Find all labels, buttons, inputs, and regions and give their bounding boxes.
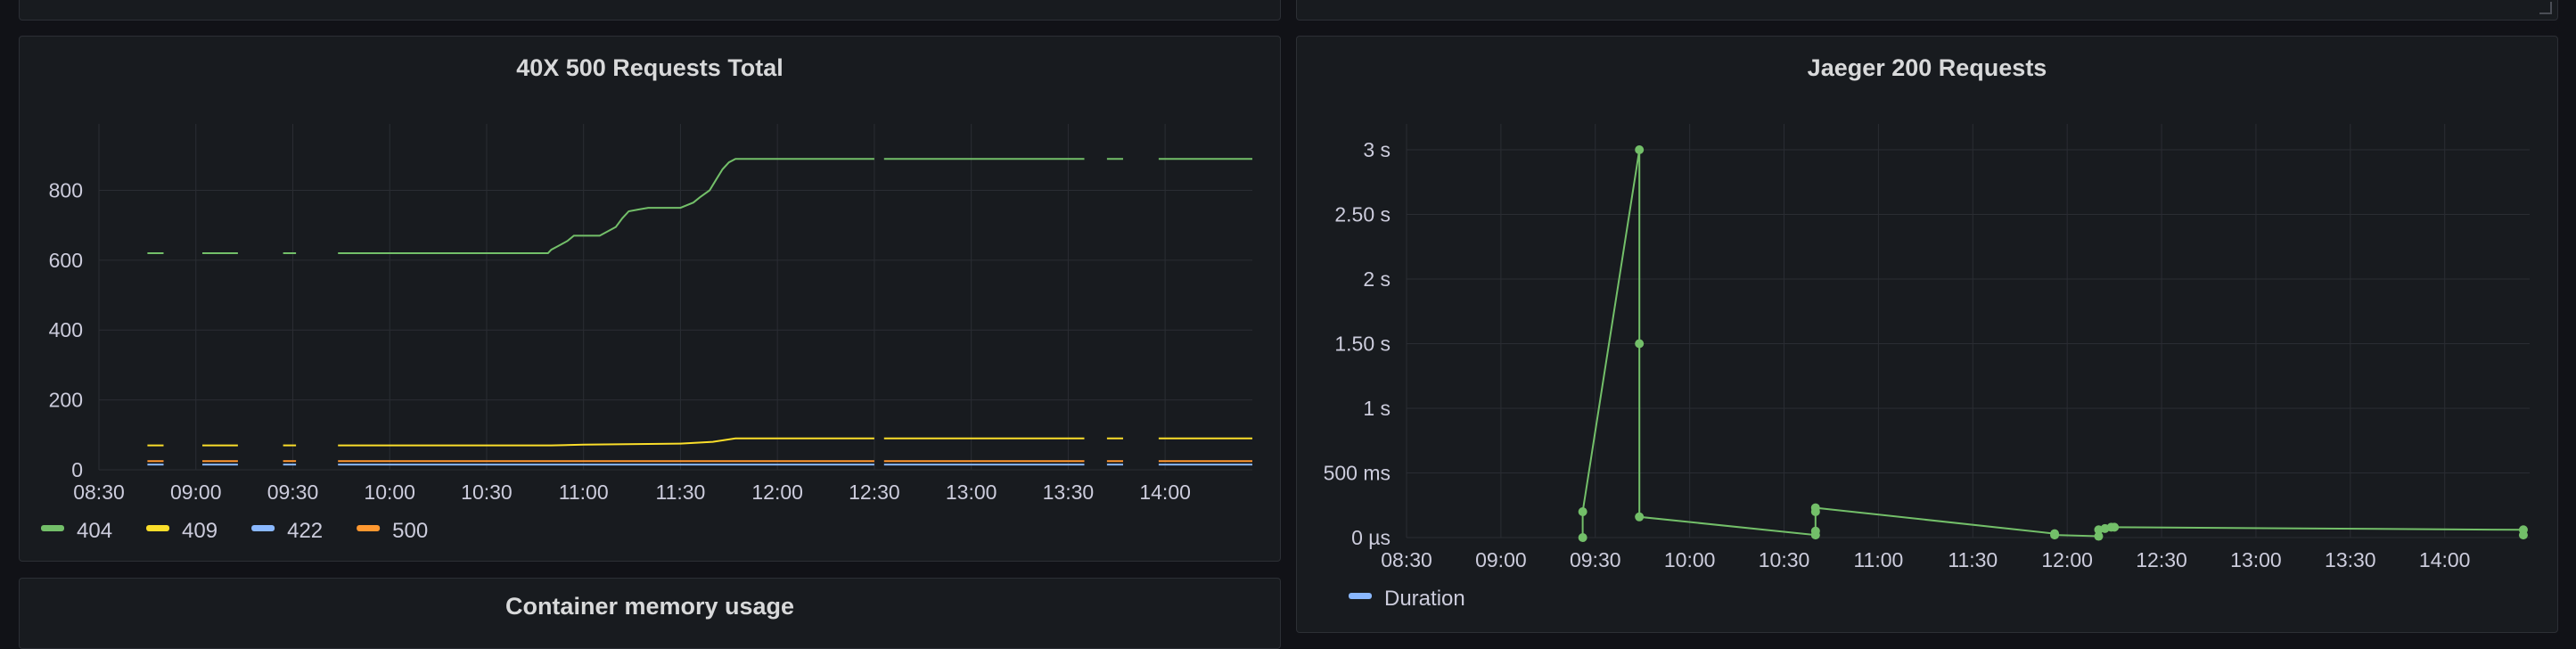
y-tick-label: 3 s (1363, 138, 1391, 161)
x-tick-label: 11:00 (1853, 548, 1903, 571)
y-tick-label: 2.50 s (1334, 203, 1391, 226)
x-tick-label: 08:30 (73, 481, 125, 504)
x-tick-label: 13:00 (946, 481, 997, 504)
x-tick-label: 10:30 (1759, 548, 1810, 571)
x-tick-label: 11:30 (1948, 548, 1998, 571)
data-point (1810, 526, 1820, 536)
x-tick-label: 14:00 (1139, 481, 1191, 504)
data-point (1578, 533, 1587, 542)
x-tick-label: 13:30 (2325, 548, 2376, 571)
requests-total-chart: 0 200 400 600 800 08:30 09:00 09:30 10:00 10:30 11… (41, 124, 1252, 543)
data-point (2110, 522, 2120, 532)
y-tick-label: 500 ms (1324, 462, 1391, 485)
x-tick-label: 10:00 (364, 481, 415, 504)
x-tick-label: 13:30 (1043, 481, 1095, 504)
legend-swatch (41, 525, 64, 531)
y-tick-label: 0 µs (1351, 526, 1391, 549)
x-tick-label: 10:30 (461, 481, 513, 504)
legend-label: Duration (1384, 587, 1465, 611)
legend-swatch (1349, 593, 1372, 599)
data-point (1578, 507, 1587, 516)
y-tick-label: 600 (49, 249, 83, 272)
legend-swatch (251, 525, 275, 531)
panel-jaeger-requests: Jaeger 200 Requests 0 µs 500 ms 1 s 1.50 s2… (1296, 36, 2558, 633)
panel-title: Container memory usage (505, 593, 795, 620)
data-point (2050, 530, 2060, 540)
y-tick-label: 800 (49, 178, 83, 201)
series-line-409 (338, 437, 874, 447)
x-tick-label: 09:00 (1475, 548, 1527, 571)
x-tick-label: 12:00 (2041, 548, 2093, 571)
x-tick-label: 11:30 (656, 481, 706, 504)
panel-top-right-partial (1296, 0, 2558, 21)
series-line-404 (338, 158, 874, 254)
data-point (2518, 530, 2528, 540)
data-point (1635, 145, 1645, 154)
x-tick-label: 08:30 (1381, 548, 1432, 571)
data-point (1635, 512, 1645, 522)
legend-label: 422 (287, 519, 323, 543)
panel-requests-total: 40X 500 Requests Total 0 200 400 600 800 08:3… (19, 36, 1281, 562)
x-tick-label: 09:30 (1570, 548, 1621, 571)
data-point (1635, 339, 1645, 349)
x-tick-label: 10:00 (1664, 548, 1716, 571)
y-tick-label: 2 s (1363, 267, 1391, 291)
panel-container-memory: Container memory usage (19, 578, 1281, 649)
legend-label: 404 (77, 519, 112, 543)
x-tick-label: 09:30 (267, 481, 319, 504)
x-tick-label: 12:30 (2136, 548, 2187, 571)
y-tick-label: 1 s (1363, 397, 1391, 420)
x-tick-label: 09:00 (170, 481, 222, 504)
legend-swatch (357, 525, 381, 531)
legend-label: 409 (182, 519, 217, 543)
y-tick-label: 1.50 s (1334, 333, 1391, 356)
x-tick-label: 14:00 (2419, 548, 2471, 571)
resize-handle-icon[interactable] (2539, 2, 2552, 14)
x-tick-label: 12:30 (849, 481, 900, 504)
panel-top-left-partial (19, 0, 1281, 21)
legend-label: 500 (392, 519, 428, 543)
y-tick-label: 200 (49, 389, 83, 412)
data-point (1810, 503, 1820, 513)
legend-swatch (146, 525, 170, 531)
jaeger-requests-chart: 0 µs 500 ms 1 s 1.50 s 2 s 2.50 s 3 s 08:30 09:0… (1324, 124, 2530, 611)
x-tick-label: 12:00 (751, 481, 803, 504)
x-tick-label: 11:00 (559, 481, 609, 504)
y-tick-label: 400 (49, 318, 83, 341)
y-tick-label: 0 (71, 458, 83, 481)
x-tick-label: 13:00 (2230, 548, 2282, 571)
